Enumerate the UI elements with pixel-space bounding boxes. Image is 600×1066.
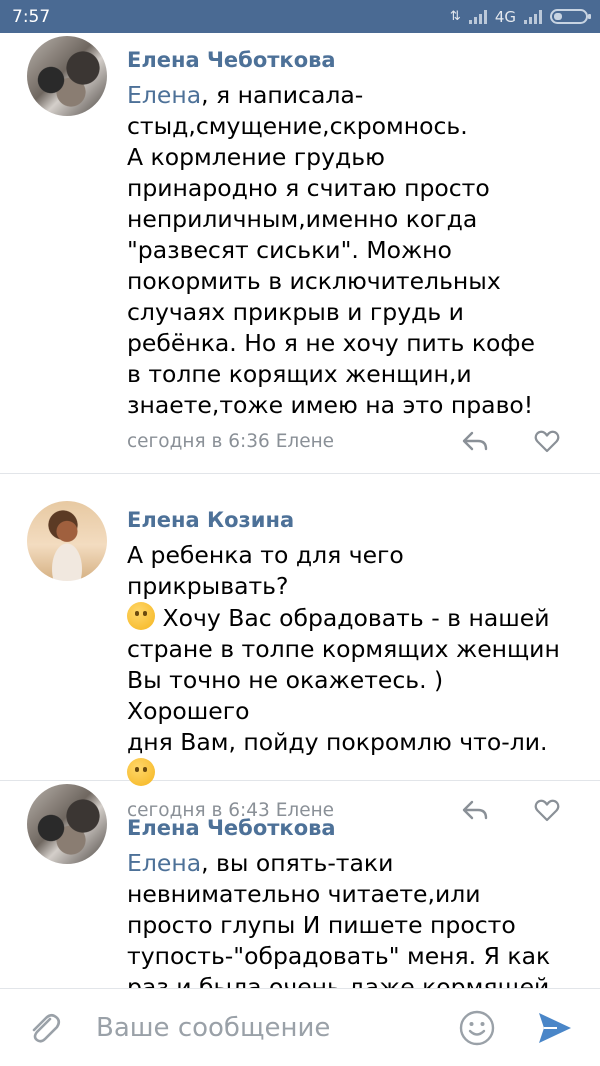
heart-icon[interactable] [530,426,564,456]
comment-text: Елена, вы опять-таки невнимательно читае… [127,848,572,988]
comment-item: Елена Чеботкова Елена, я написала- стыд,… [0,33,600,473]
mention-link[interactable]: Елена [127,849,201,877]
comment-body: , я написала- стыд,смущение,скромнось. А… [127,81,535,419]
signal-icon [524,9,542,24]
message-composer [0,988,600,1066]
avatar[interactable] [27,36,107,116]
message-input[interactable] [96,1012,456,1043]
comment-item: Елена Чеботкова Елена, вы опять-таки нев… [0,781,600,988]
comment-author[interactable]: Елена Чеботкова [127,43,572,77]
send-icon[interactable] [534,1007,576,1049]
comment-author[interactable]: Елена Чеботкова [127,811,572,845]
thinking-face-emoji [127,602,155,630]
avatar[interactable] [27,784,107,864]
status-bar: 7:57 ⇅ 4G [0,0,600,33]
comment-item: Елена Козина А ребенка то для чего прикр… [0,474,600,821]
status-icons: ⇅ 4G [449,7,591,26]
comment-body: А ребенка то для чего прикрывать? [127,541,404,600]
network-type: 4G [494,7,516,26]
data-arrows-icon: ⇅ [449,9,461,24]
reply-icon[interactable] [458,426,492,456]
comment-text: Елена, я написала- стыд,смущение,скромно… [127,80,572,421]
comment-author[interactable]: Елена Козина [127,503,572,537]
comment-body: Хочу Вас обрадовать - в нашей стране в т… [127,604,560,756]
comments-feed[interactable]: Елена Чеботкова Елена, я написала- стыд,… [0,33,600,988]
status-time: 7:57 [12,6,51,27]
avatar[interactable] [27,501,107,581]
signal-icon [468,9,487,24]
mention-link[interactable]: Елена [127,81,201,109]
comment-text: А ребенка то для чего прикрывать? Хочу В… [127,540,572,790]
paperclip-icon[interactable] [24,1007,66,1049]
comment-meta: сегодня в 6:36 Елене [127,423,572,459]
battery-icon [550,9,591,24]
comment-timestamp: сегодня в 6:36 Елене [127,430,335,452]
smile-icon[interactable] [456,1007,498,1049]
